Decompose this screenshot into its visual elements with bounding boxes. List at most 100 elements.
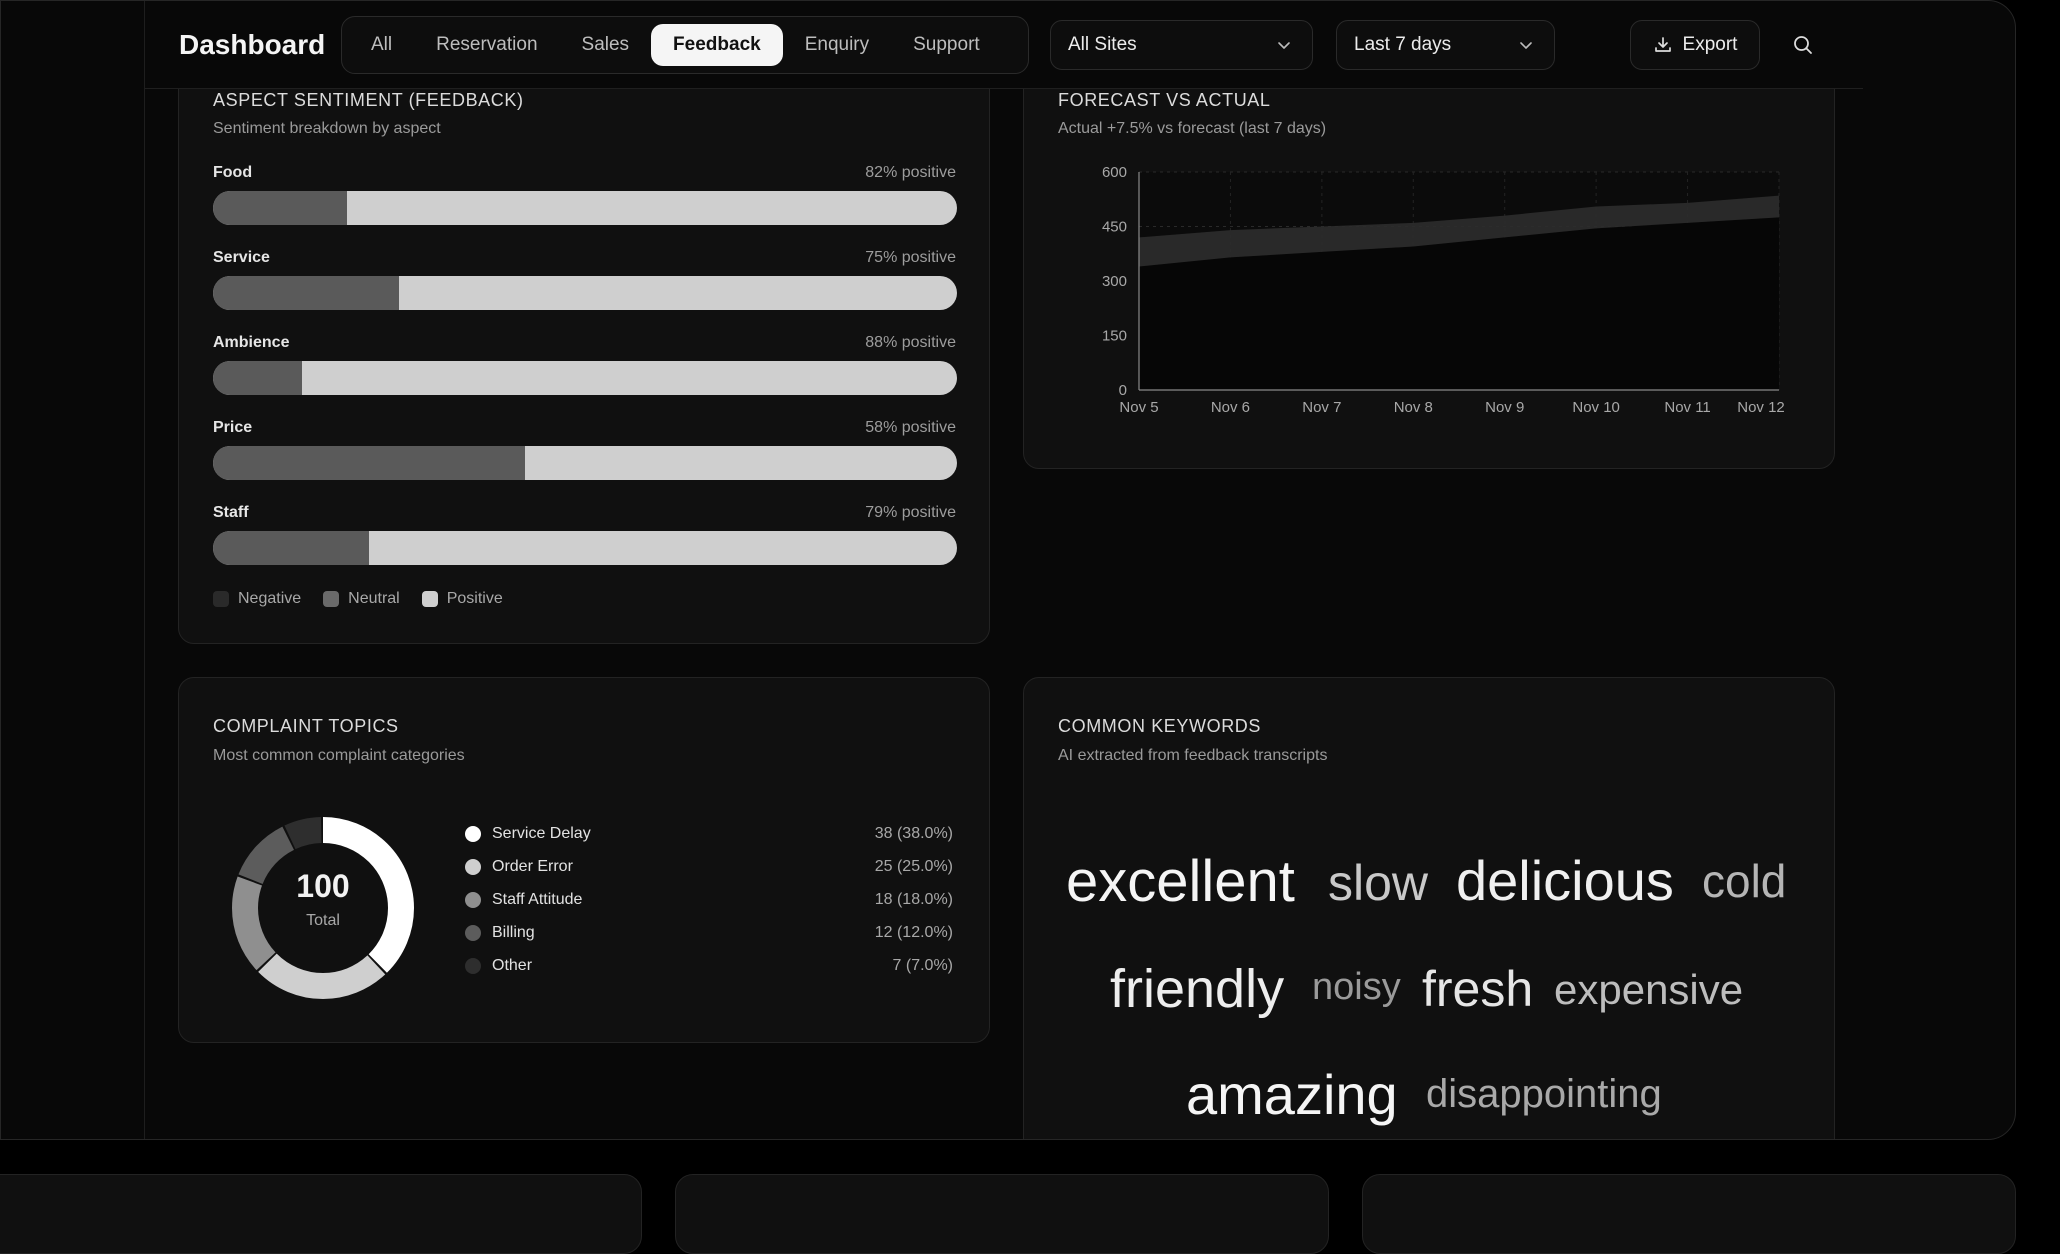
chevron-down-icon	[1520, 42, 1532, 49]
y-tick-label: 450	[1102, 219, 1127, 236]
keyword-delicious: delicious	[1456, 849, 1674, 912]
forecast-chart: 0 150 300 450 600 Nov 5 Nov 6 Nov 7 Nov 8 Nov 9 No…	[1102, 164, 1785, 416]
x-tick-label: Nov 10	[1572, 399, 1620, 416]
keyword-expensive: expensive	[1554, 966, 1744, 1013]
y-tick-label: 300	[1102, 273, 1127, 290]
aspect-value-food: 82% positive	[865, 164, 956, 181]
aspect-value-ambience: 88% positive	[865, 334, 956, 351]
aspect-label-ambience: Ambience	[213, 334, 290, 351]
legend-swatch-negative	[213, 591, 229, 607]
aspect-value-price: 58% positive	[865, 419, 956, 436]
aspect-bar-service	[213, 276, 957, 310]
donut-total-label: Total	[306, 912, 340, 929]
legend-dot	[465, 859, 481, 875]
search-button[interactable]	[1785, 27, 1821, 63]
keywords-title: COMMON KEYWORDS	[1058, 716, 1262, 736]
keyword-excellent: excellent	[1066, 849, 1295, 914]
legend-dot	[465, 892, 481, 908]
keyword-slow: slow	[1328, 855, 1429, 911]
aspect-legend: Negative Neutral Positive	[213, 590, 503, 608]
negative-segment	[213, 191, 347, 225]
aspect-sentiment-card: ASPECT SENTIMENT (FEEDBACK) Sentiment br…	[178, 41, 990, 644]
negative-segment	[213, 531, 370, 565]
keyword-amazing: amazing	[1186, 1063, 1398, 1126]
aspect-label-staff: Staff	[213, 504, 249, 521]
complaint-topics-card: COMPLAINT TOPICS Most common complaint c…	[178, 677, 990, 1043]
aspect-value-staff: 79% positive	[865, 504, 956, 521]
page-title: Dashboard	[179, 29, 326, 60]
complaint-row-order-error: Order Error 25 (25.0%)	[465, 855, 953, 879]
x-tick-label: Nov 12	[1737, 399, 1785, 416]
legend-swatch-neutral	[323, 591, 340, 607]
date-range-value: Last 7 days	[1354, 34, 1452, 55]
tab-all[interactable]: All	[349, 24, 414, 66]
complaints-donut-chart	[232, 817, 414, 999]
negative-segment	[213, 446, 526, 480]
aspect-value-service: 75% positive	[865, 249, 956, 266]
keyword-fresh: fresh	[1422, 961, 1534, 1017]
tab-feedback[interactable]: Feedback	[651, 24, 783, 66]
aspect-title: ASPECT SENTIMENT (FEEDBACK)	[213, 90, 524, 110]
forecast-card: FORECAST VS ACTUAL Actual +7.5% vs forec…	[1023, 41, 1835, 469]
keyword-noisy: noisy	[1312, 966, 1401, 1008]
donut-total: 100	[296, 868, 350, 904]
y-tick-label: 600	[1102, 164, 1127, 181]
x-tick-label: Nov 11	[1664, 399, 1710, 416]
aspect-bar-food	[213, 191, 957, 225]
site-select[interactable]: All Sites	[1050, 20, 1313, 70]
x-tick-label: Nov 6	[1211, 399, 1250, 416]
tab-enquiry[interactable]: Enquiry	[783, 24, 891, 66]
legend-negative: Negative	[213, 590, 301, 608]
x-tick-label: Nov 9	[1485, 399, 1524, 416]
complaint-row-other: Other 7 (7.0%)	[465, 954, 953, 978]
sidebar-rail	[144, 1, 145, 1139]
aspect-label-service: Service	[213, 249, 270, 266]
x-tick-label: Nov 8	[1394, 399, 1433, 416]
legend-dot	[465, 925, 481, 941]
legend-dot	[465, 958, 481, 974]
search-icon	[1794, 36, 1812, 54]
complaints-title: COMPLAINT TOPICS	[213, 716, 399, 736]
tab-reservation[interactable]: Reservation	[414, 24, 559, 66]
aspect-label-price: Price	[213, 419, 253, 436]
bottom-card-2	[675, 1174, 1329, 1254]
aspect-subtitle: Sentiment breakdown by aspect	[213, 120, 441, 137]
common-keywords-card: COMMON KEYWORDS AI extracted from feedba…	[1023, 677, 1835, 1139]
legend-dot	[465, 826, 481, 842]
bottom-card-1	[0, 1174, 642, 1254]
bottom-card-3	[1362, 1174, 2016, 1254]
aspect-bar-price	[213, 446, 957, 480]
negative-segment	[213, 276, 399, 310]
download-icon	[1654, 37, 1671, 52]
category-tabs: All Reservation Sales Feedback Enquiry S…	[341, 16, 1029, 74]
forecast-title: FORECAST VS ACTUAL	[1058, 90, 1271, 110]
complaints-subtitle: Most common complaint categories	[213, 747, 465, 764]
date-range-select[interactable]: Last 7 days	[1336, 20, 1555, 70]
negative-segment	[213, 361, 303, 395]
keywords-subtitle: AI extracted from feedback transcripts	[1058, 747, 1328, 764]
keyword-friendly: friendly	[1110, 959, 1285, 1019]
export-label: Export	[1682, 34, 1738, 55]
top-bar: Dashboard All Reservation Sales Feedback…	[145, 1, 1863, 89]
aspect-bar-ambience	[213, 361, 957, 395]
site-select-value: All Sites	[1068, 34, 1137, 55]
aspect-label-food: Food	[213, 164, 253, 181]
complaint-row-billing: Billing 12 (12.0%)	[465, 921, 953, 945]
keyword-cold: cold	[1702, 855, 1787, 907]
keyword-disappointing: disappointing	[1426, 1072, 1662, 1116]
x-tick-label: Nov 7	[1302, 399, 1341, 416]
tab-support[interactable]: Support	[891, 24, 1002, 66]
complaint-row-service-delay: Service Delay 38 (38.0%)	[465, 822, 953, 846]
legend-positive: Positive	[421, 590, 503, 608]
chevron-down-icon	[1278, 42, 1290, 49]
legend-swatch-positive	[421, 591, 438, 607]
aspect-bar-staff	[213, 531, 957, 565]
app-frame: Dashboard All Reservation Sales Feedback…	[0, 0, 2016, 1140]
legend-neutral: Neutral	[323, 590, 400, 608]
forecast-subtitle: Actual +7.5% vs forecast (last 7 days)	[1058, 120, 1327, 137]
y-tick-label: 150	[1102, 328, 1127, 345]
x-tick-label: Nov 5	[1119, 399, 1158, 416]
export-button[interactable]: Export	[1630, 20, 1760, 70]
complaint-row-staff-attitude: Staff Attitude 18 (18.0%)	[465, 888, 953, 912]
tab-sales[interactable]: Sales	[560, 24, 652, 66]
